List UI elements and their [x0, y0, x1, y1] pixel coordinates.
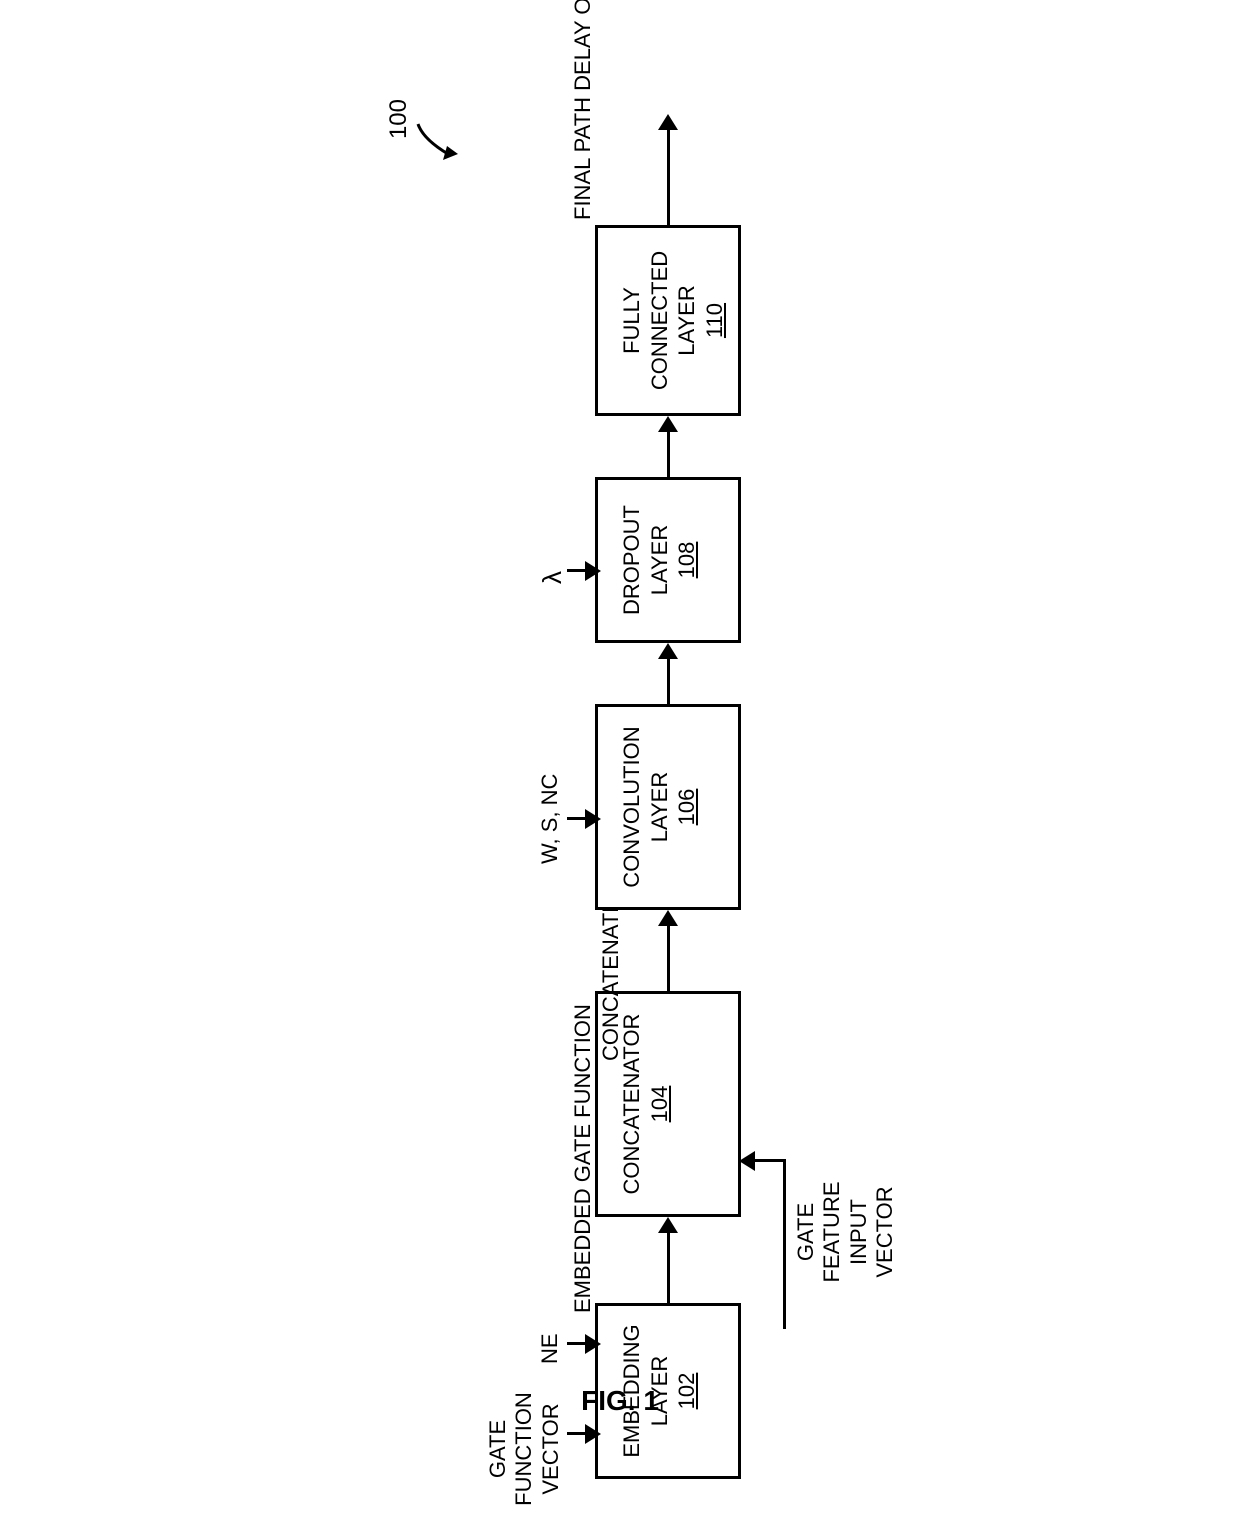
convolution-layer-block: CONVOLUTION LAYER 106	[595, 704, 741, 910]
concat-ref: 104	[647, 1085, 672, 1122]
arrow-wsnc-down	[567, 809, 601, 829]
arrow-dropout-to-fc	[658, 416, 678, 477]
arrow-gate-function-down	[567, 1424, 601, 1444]
arrow-embedding-to-concat: EMBEDDED GATE FUNCTION	[658, 1217, 678, 1303]
arrow-ne-down	[567, 1334, 601, 1354]
gate-feature-label: GATE FEATURE INPUT VECTOR	[793, 1157, 899, 1307]
conv-ref: 106	[674, 788, 699, 825]
ne-label: NE	[537, 1333, 563, 1364]
callout-curve	[413, 114, 463, 164]
wsnc-label: W, S, NC	[537, 773, 563, 863]
dropout-label: DROPOUT LAYER	[619, 505, 672, 615]
fc-layer-block: FULLY CONNECTED LAYER 110	[595, 225, 741, 416]
output-label: FINAL PATH DELAY OUTPUT	[570, 100, 596, 220]
arrow-lambda-down	[567, 561, 601, 581]
fc-ref: 110	[702, 302, 727, 337]
conv-label: CONVOLUTION LAYER	[619, 726, 672, 887]
arrow-output: FINAL PATH DELAY OUTPUT	[658, 114, 678, 225]
gate-function-vector-label: GATE FUNCTION VECTOR	[485, 1389, 564, 1509]
fc-label: FULLY CONNECTED LAYER	[619, 250, 699, 389]
arrow-concat-to-conv: CONCATENATED VECTOR	[658, 910, 678, 991]
lambda-label: λ	[537, 571, 568, 584]
dropout-layer-block: DROPOUT LAYER 108	[595, 477, 741, 643]
embedded-gate-label: EMBEDDED GATE FUNCTION	[570, 1193, 596, 1313]
figure-label: FIG. 1	[581, 1385, 659, 1417]
dropout-ref: 108	[674, 541, 699, 578]
diagram-number: 100	[385, 99, 413, 139]
embedding-ref: 102	[674, 1372, 699, 1409]
arrow-conv-to-dropout	[658, 643, 678, 704]
